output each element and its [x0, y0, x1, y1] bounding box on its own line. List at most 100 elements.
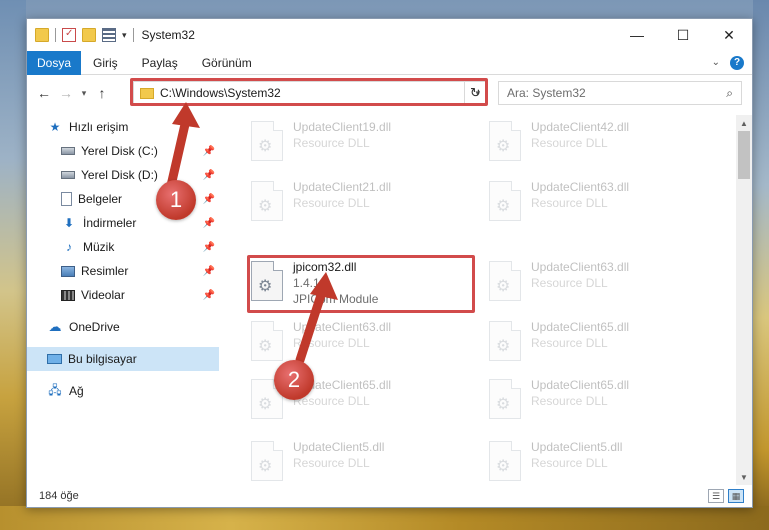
view-options-icon[interactable] — [102, 28, 116, 42]
tab-file[interactable]: Dosya — [27, 50, 81, 75]
minimize-button[interactable]: — — [614, 19, 660, 51]
sidebar-item-label: OneDrive — [69, 320, 120, 334]
file-description: Resource DLL — [293, 136, 370, 150]
pin-icon[interactable]: 📌 — [203, 194, 215, 205]
pin-icon[interactable]: 📌 — [203, 266, 215, 277]
sidebar-item-this-pc[interactable]: Bu bilgisayar — [27, 347, 219, 371]
properties-icon[interactable] — [62, 28, 76, 42]
sidebar-item-label: Videolar — [81, 288, 125, 302]
sidebar-item-videos[interactable]: Videolar 📌 — [27, 283, 219, 307]
file-item[interactable]: ⚙ UpdateClient5.dll Resource DLL — [223, 439, 453, 485]
step-callout-2: 2 — [274, 360, 314, 400]
search-box[interactable]: ⌕ — [498, 81, 742, 105]
tab-share[interactable]: Paylaş — [130, 56, 190, 70]
file-item[interactable]: ⚙ UpdateClient65.dll Resource DLL — [461, 377, 691, 425]
videos-icon — [61, 289, 75, 301]
tab-view[interactable]: Görünüm — [190, 56, 264, 70]
file-item[interactable]: ⚙ UpdateClient5.dll Resource DLL — [461, 439, 691, 485]
maximize-button[interactable]: ☐ — [660, 19, 706, 51]
file-item[interactable]: ⚙ UpdateClient65.dll Resource DLL — [223, 377, 453, 425]
close-button[interactable]: ✕ — [706, 19, 752, 51]
desktop-background-right — [753, 0, 769, 530]
dll-file-icon: ⚙ — [489, 181, 521, 221]
file-item[interactable]: ⚙ UpdateClient63.dll Resource DLL — [461, 259, 691, 307]
disk-icon — [61, 147, 75, 155]
music-icon: ♪ — [66, 240, 72, 254]
scroll-up-icon[interactable]: ▲ — [736, 115, 752, 131]
sidebar-item-label: Belgeler — [78, 192, 123, 206]
window-title: System32 — [141, 28, 195, 42]
scroll-down-icon[interactable]: ▼ — [736, 469, 752, 485]
customize-toolbar-dropdown[interactable]: ▾ — [122, 30, 127, 41]
title-bar: ▾ System32 — ☐ ✕ — [27, 19, 752, 51]
file-item[interactable]: ⚙ UpdateClient21.dll Resource DLL — [223, 179, 453, 227]
tiles-view-icon[interactable]: ▦ — [728, 489, 744, 503]
disk-icon — [61, 171, 75, 179]
search-icon[interactable]: ⌕ — [726, 86, 733, 101]
status-bar: 184 öğe ☰ ▦ — [27, 485, 752, 507]
address-bar[interactable]: C:\Windows\System32 ▾ — [133, 81, 487, 105]
file-name: UpdateClient42.dll — [531, 120, 630, 134]
file-item[interactable]: ⚙ UpdateClient65.dll Resource DLL — [461, 319, 691, 367]
tab-home[interactable]: Giriş — [81, 56, 130, 70]
details-view-icon[interactable]: ☰ — [708, 489, 724, 503]
back-arrow-icon[interactable]: ← — [33, 85, 55, 101]
refresh-icon[interactable]: ↻ — [464, 81, 486, 105]
expand-ribbon-chevron-icon[interactable]: ⌄ — [712, 57, 720, 68]
pin-icon[interactable]: 📌 — [203, 146, 215, 157]
dll-file-icon: ⚙ — [251, 261, 283, 301]
sidebar-item-local-disk-c[interactable]: Yerel Disk (C:) 📌 — [27, 139, 219, 163]
forward-arrow-icon[interactable]: → — [55, 85, 77, 101]
pin-icon[interactable]: 📌 — [203, 170, 215, 181]
vertical-scrollbar[interactable]: ▲ ▼ — [736, 115, 752, 485]
dll-file-icon: ⚙ — [489, 379, 521, 419]
address-path[interactable]: C:\Windows\System32 — [160, 86, 281, 100]
dll-file-icon: ⚙ — [489, 261, 521, 301]
file-item[interactable]: ⚙ UpdateClient63.dll Resource DLL — [223, 319, 453, 367]
file-item[interactable]: ⚙ UpdateClient63.dll Resource DLL — [461, 179, 691, 227]
step-callout-1: 1 — [156, 180, 196, 220]
file-name: jpicom32.dll — [293, 260, 357, 274]
sidebar-item-pictures[interactable]: Resimler 📌 — [27, 259, 219, 283]
search-input[interactable] — [507, 83, 707, 103]
pin-icon[interactable]: 📌 — [203, 290, 215, 301]
sidebar-item-music[interactable]: ♪ Müzik 📌 — [27, 235, 219, 259]
file-description: Resource DLL — [293, 456, 370, 470]
recent-locations-chevron-icon[interactable]: ▾ — [77, 88, 91, 99]
file-item-selected[interactable]: ⚙ jpicom32.dll 1.4.1.0 JPICom Module — [223, 259, 453, 307]
ribbon-tabs: Dosya Giriş Paylaş Görünüm ⌄ ? — [27, 50, 752, 75]
folder-icon — [35, 28, 49, 42]
cloud-icon: ☁ — [48, 319, 62, 334]
desktop-background-left — [0, 0, 26, 530]
file-name: UpdateClient63.dll — [531, 260, 630, 274]
desktop-background-bottom — [0, 506, 769, 530]
file-name: UpdateClient65.dll — [531, 320, 630, 334]
file-name: UpdateClient19.dll — [293, 120, 392, 134]
dll-file-icon: ⚙ — [251, 181, 283, 221]
sidebar-item-network[interactable]: 🖧 Ağ — [27, 379, 219, 403]
sidebar-item-local-disk-d[interactable]: Yerel Disk (D:) 📌 — [27, 163, 219, 187]
toolbar-separator — [132, 28, 134, 42]
sidebar-item-onedrive[interactable]: ☁ OneDrive — [27, 315, 219, 339]
pin-icon[interactable]: 📌 — [203, 242, 215, 253]
sidebar-item-label: Resimler — [81, 264, 129, 278]
file-item[interactable]: ⚙ UpdateClient19.dll Resource DLL — [223, 119, 453, 167]
sidebar-item-quick-access[interactable]: ★ Hızlı erişim — [27, 115, 219, 139]
file-item[interactable]: ⚙ UpdateClient42.dll Resource DLL — [461, 119, 691, 167]
up-arrow-icon[interactable]: ↑ — [91, 85, 113, 101]
toolbar-separator — [55, 28, 56, 42]
sidebar-item-label: Müzik — [83, 240, 115, 254]
new-folder-icon[interactable] — [82, 28, 96, 42]
dll-file-icon: ⚙ — [489, 321, 521, 361]
sidebar-item-downloads[interactable]: ⬇ İndirmeler 📌 — [27, 211, 219, 235]
pin-icon[interactable]: 📌 — [203, 218, 215, 229]
sidebar-item-label: Bu bilgisayar — [68, 352, 137, 366]
sidebar-item-label: Yerel Disk (C:) — [81, 144, 158, 158]
scroll-thumb[interactable] — [738, 131, 750, 179]
sidebar-item-label: Hızlı erişim — [69, 120, 129, 134]
file-name: UpdateClient5.dll — [293, 440, 385, 454]
dll-file-icon: ⚙ — [489, 441, 521, 481]
pictures-icon — [61, 265, 75, 277]
help-icon[interactable]: ? — [730, 55, 744, 70]
file-description: Resource DLL — [531, 456, 608, 470]
